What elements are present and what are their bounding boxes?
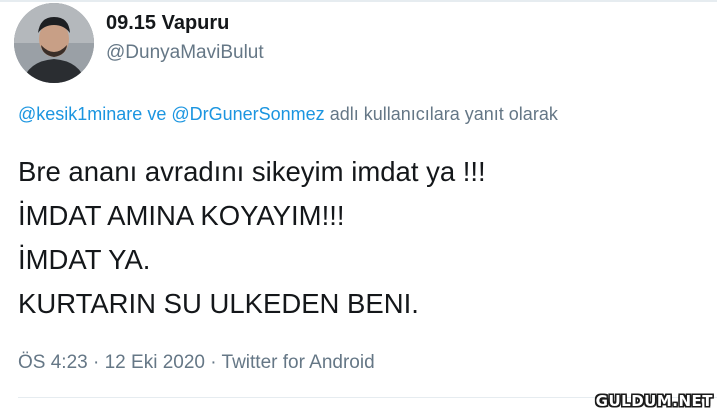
reply-mention-link[interactable]: @DrGunerSonmez <box>171 104 324 124</box>
author-display-name[interactable]: 09.15 Vapuru <box>106 12 229 35</box>
top-divider <box>0 0 717 2</box>
tweet-card: 09.15 Vapuru @DunyaMaviBulut @kesik1mina… <box>0 0 717 413</box>
meta-separator: · <box>210 352 217 373</box>
reply-connector: ve <box>147 104 167 124</box>
author-handle[interactable]: @DunyaMaviBulut <box>106 42 264 64</box>
tweet-text-line: Bre ananı avradını sikeyim imdat ya !!! <box>18 156 486 187</box>
tweet-text-line: KURTARIN SU ULKEDEN BENI. <box>18 288 419 319</box>
tweet-meta: ÖS 4:23 · 12 Eki 2020 · Twitter for Andr… <box>18 352 375 374</box>
tweet-text: Bre ananı avradını sikeyim imdat ya !!! … <box>18 150 708 326</box>
reply-context-suffix: adlı kullanıcılara yanıt olarak <box>329 104 558 124</box>
avatar-photo-icon <box>14 3 94 83</box>
meta-separator: · <box>93 352 100 373</box>
tweet-text-line: İMDAT YA. <box>18 244 151 275</box>
reply-context: @kesik1minare ve @DrGunerSonmez adlı kul… <box>18 104 558 125</box>
tweet-timestamp-time[interactable]: ÖS 4:23 <box>18 352 88 373</box>
tweet-source-link[interactable]: Twitter for Android <box>222 352 375 373</box>
avatar[interactable] <box>14 3 94 83</box>
tweet-text-line: İMDAT AMINA KOYAYIM!!! <box>18 200 345 231</box>
tweet-timestamp-date[interactable]: 12 Eki 2020 <box>105 352 205 373</box>
reply-mention-link[interactable]: @kesik1minare <box>18 104 142 124</box>
site-watermark: GULDUM.NET <box>595 392 713 410</box>
